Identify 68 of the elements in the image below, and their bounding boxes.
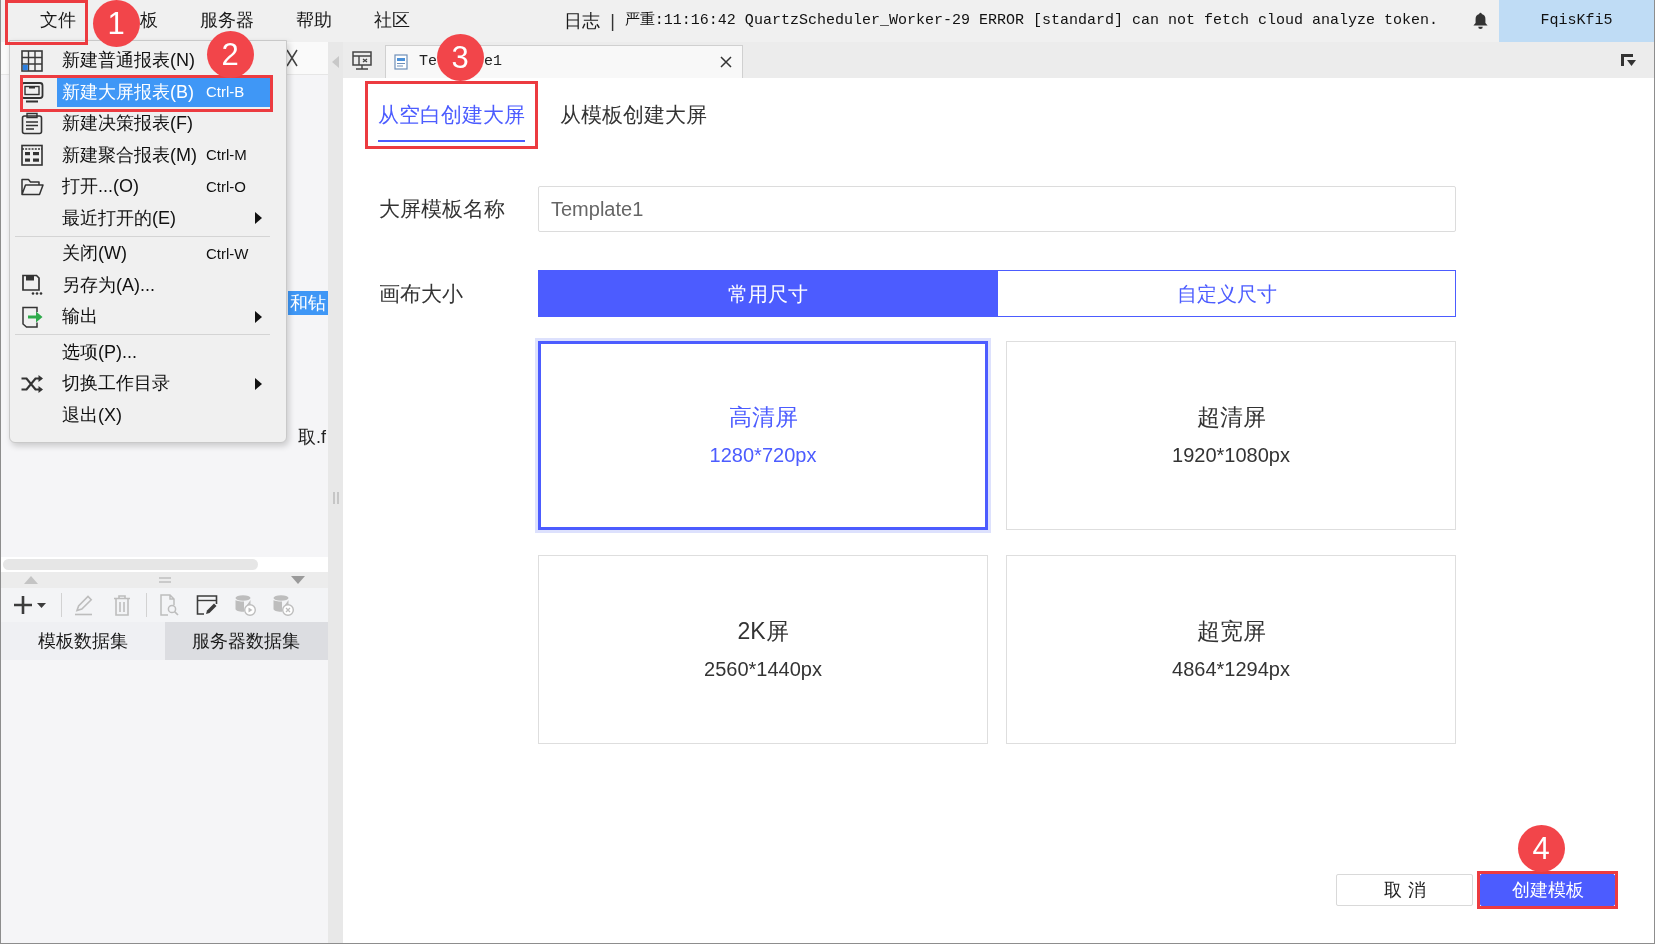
layout-icon [20,143,44,168]
tab[interactable]: 从空白创建大屏 [365,81,538,149]
dataset-tab[interactable]: 服务器数据集 [164,622,328,660]
monitor-icon [20,80,44,105]
close-icon[interactable] [720,56,732,68]
tree-item[interactable]: 取.f [296,425,328,449]
preset-size: 2560*1440px [704,657,822,682]
shortcut-text: Ctrl-B [206,82,245,102]
preset-size: 1920*1080px [1172,443,1290,468]
menu-item[interactable]: 选项(P)... [57,337,145,368]
name-input[interactable]: Template1 [538,186,1456,232]
preset-title: 高清屏 [728,403,798,432]
menu-item[interactable]: 最近打开的(E) [57,203,270,234]
preset-option[interactable]: 超清屏 1920*1080px [1006,341,1456,530]
save-icon [20,273,44,298]
user-account-button[interactable]: FqisKfi5 [1499,0,1654,42]
cancel-button[interactable]: 取消 [1336,874,1473,906]
menu-item[interactable]: 新建聚合报表(M) Ctrl-M [57,140,270,171]
preset-option[interactable]: 2K屏 2560*1440px [538,555,988,744]
scrollbar-thumb[interactable] [3,559,258,570]
log-message: 严重:11:16:42 QuartzScheduler_Worker-29 ERROR [standard] can not fetch cloud analyze token. [624,10,1438,31]
down-arrow-icon[interactable] [291,576,305,584]
preset-size: 1280*720px [709,443,817,468]
menu-item[interactable]: 切换工作目录 [57,368,270,399]
log-separator: | [610,9,615,33]
menu-item[interactable]: 退出(X) [57,400,130,431]
log-label: 日志 [564,9,601,33]
menu-item[interactable]: 输出 [57,301,270,332]
create-button[interactable]: 创建模板 [1480,874,1615,906]
tab[interactable]: 从模板创建大屏 [547,81,720,149]
preset-size: 4864*1294px [1172,657,1290,682]
segment-button[interactable]: 自定义尺寸 [997,270,1456,317]
up-arrow-icon[interactable] [24,576,38,584]
plus-dropdown-icon[interactable] [14,594,48,616]
horizontal-scrollbar[interactable] [1,557,328,572]
preset-title: 超清屏 [1196,403,1266,432]
grip-icon[interactable] [332,492,339,504]
close-icon[interactable] [286,49,298,67]
menu-item[interactable]: 打开...(O) Ctrl-O [57,171,270,202]
panel-dropdown-icon[interactable] [1620,53,1636,67]
document-arrow-icon [20,304,44,329]
shortcut-text: Ctrl-W [206,243,249,264]
preset-title: 超宽屏 [1196,617,1266,646]
menu-bar-item[interactable]: 帮助 [275,0,353,42]
menu-item[interactable]: 另存为(A)... [57,270,163,301]
preset-title: 2K屏 [737,617,789,646]
document-icon [393,54,409,70]
field-label: 大屏模板名称 [379,196,506,223]
menu-bar-item[interactable]: 社区 [353,0,431,42]
bell-icon[interactable] [1472,12,1489,30]
window-icon[interactable] [352,50,372,70]
menu-item[interactable]: 关闭(W) Ctrl-W [57,238,270,269]
segment-button[interactable]: 常用尺寸 [538,270,997,317]
left-arrow-icon[interactable] [332,56,339,68]
step-number: 4 [1517,824,1565,872]
shortcut-text: Ctrl-M [206,145,247,165]
window-edit-icon[interactable] [196,594,218,616]
menu-item[interactable]: 新建决策报表(F) [57,108,201,139]
table-icon [20,48,44,73]
grip-icon[interactable] [158,577,171,583]
menu-item[interactable]: 新建普通报表(N) [57,45,203,76]
preset-option[interactable]: 高清屏 1280*720px [538,341,988,530]
dataset-tab[interactable]: 模板数据集 [1,622,165,660]
step-number: 1 [92,0,140,47]
shortcut-text: Ctrl-O [206,176,246,197]
field-label: 画布大小 [379,280,464,307]
document-icon [20,111,44,136]
preset-option[interactable]: 超宽屏 4864*1294px [1006,555,1456,744]
